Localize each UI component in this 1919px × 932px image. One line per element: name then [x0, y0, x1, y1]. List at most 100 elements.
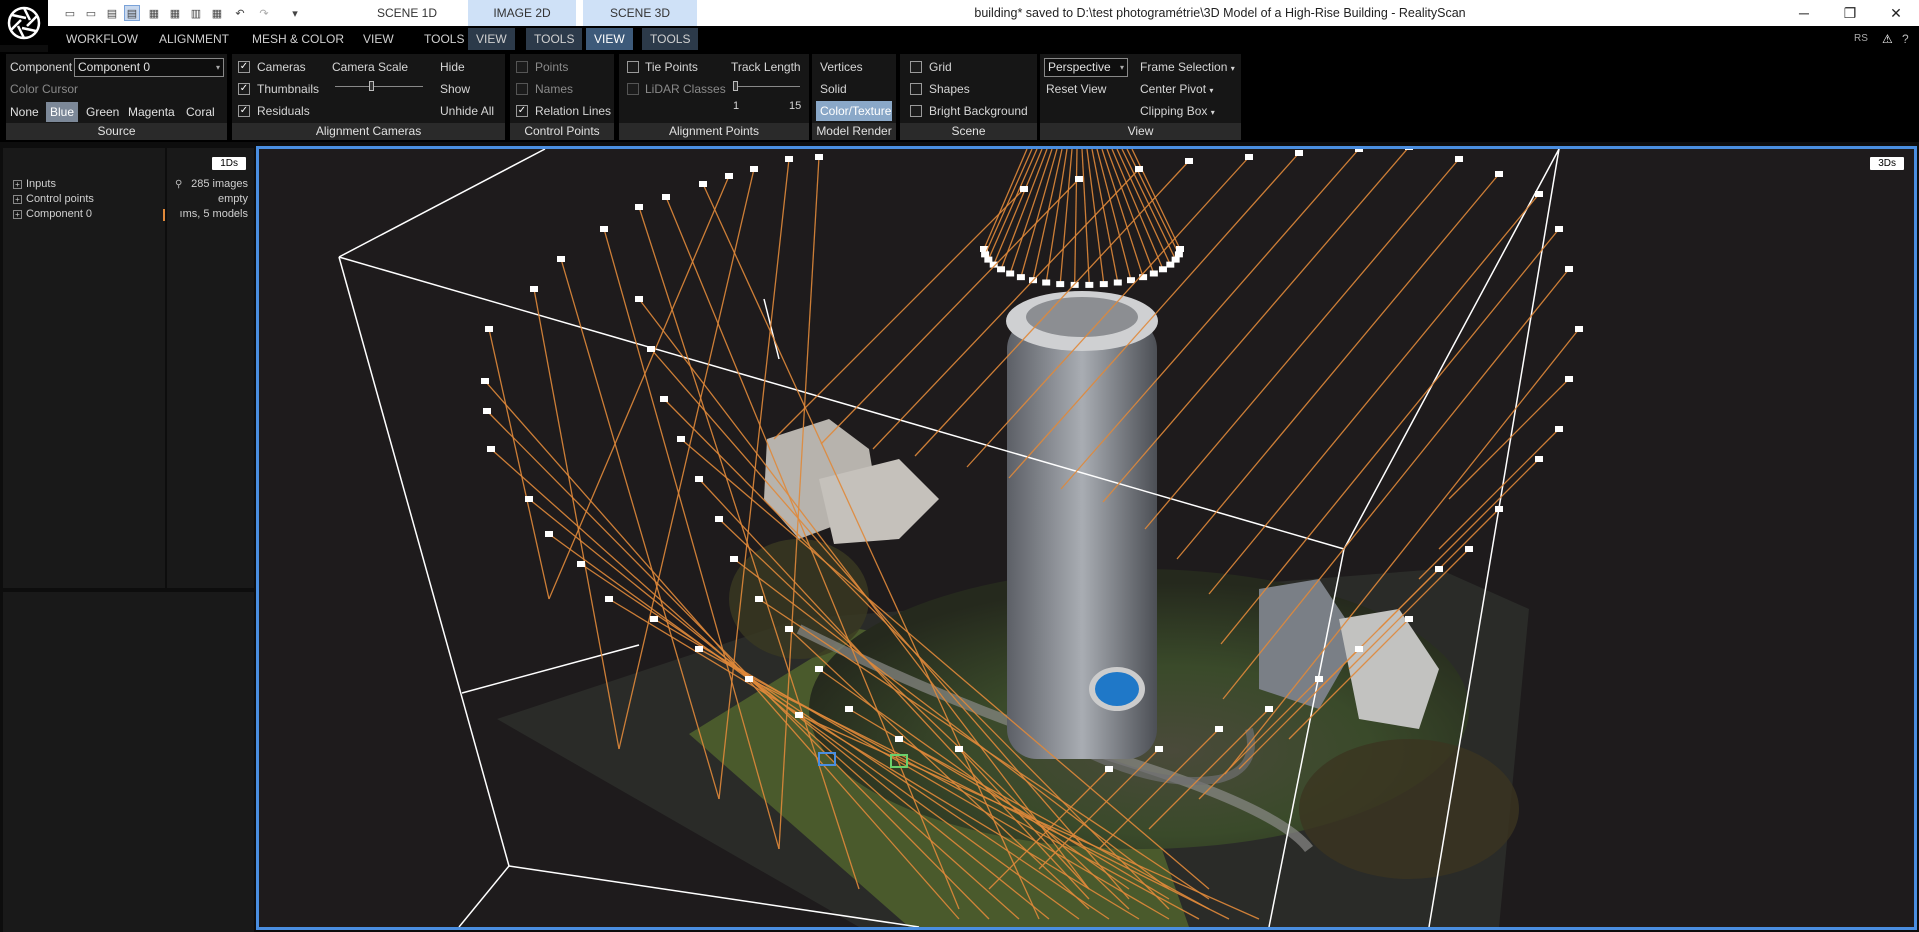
camera-icon[interactable] — [1085, 281, 1094, 288]
camera-icon[interactable] — [745, 676, 753, 682]
menu-view[interactable]: VIEW — [355, 28, 402, 50]
camera-icon[interactable] — [750, 166, 758, 172]
expand-icon[interactable]: + — [13, 179, 22, 189]
camera-icon[interactable] — [1465, 546, 1473, 552]
camera-icon[interactable] — [1016, 274, 1025, 281]
camera-icon[interactable] — [635, 204, 643, 210]
camera-icon[interactable] — [647, 346, 655, 352]
relation-lines-checkbox[interactable]: ✓ — [516, 105, 528, 117]
camera-icon[interactable] — [695, 646, 703, 652]
camera-icon[interactable] — [1565, 376, 1573, 382]
camera-icon[interactable] — [1042, 279, 1051, 286]
camera-icon[interactable] — [1575, 326, 1583, 332]
camera-icon[interactable] — [895, 736, 903, 742]
camera-icon[interactable] — [577, 561, 585, 567]
points-checkbox[interactable] — [516, 61, 528, 73]
component-select[interactable]: Component 0 ▾ — [74, 58, 224, 77]
bright-background-checkbox[interactable] — [910, 105, 922, 117]
camera-icon[interactable] — [1075, 176, 1083, 182]
camera-icon[interactable] — [1174, 251, 1183, 258]
color-none[interactable]: None — [6, 102, 43, 122]
camera-icon[interactable] — [1565, 266, 1573, 272]
camera-icon[interactable] — [695, 476, 703, 482]
camera-icon[interactable] — [1056, 281, 1065, 288]
color-magenta[interactable]: Magenta — [124, 102, 179, 122]
camera-icon[interactable] — [1265, 706, 1273, 712]
tab-scene-3d[interactable]: SCENE 3D — [583, 0, 697, 26]
camera-icon[interactable] — [1535, 456, 1543, 462]
camera-icon[interactable] — [1495, 506, 1503, 512]
menu-tools[interactable]: TOOLS — [416, 28, 472, 50]
tree-item-component-0[interactable]: + Component 0 — [13, 208, 92, 220]
camera-icon[interactable] — [1127, 277, 1135, 284]
camera-icon[interactable] — [1158, 266, 1167, 273]
camera-icon[interactable] — [785, 156, 793, 162]
expand-icon[interactable]: + — [13, 194, 22, 204]
layout-3-icon[interactable]: ▤ — [124, 5, 140, 21]
menu-tools-3d[interactable]: TOOLS — [642, 28, 699, 50]
layout-5-icon[interactable]: ▦ — [167, 5, 183, 21]
badge-3ds[interactable]: 3Ds — [1870, 157, 1904, 170]
close-button[interactable]: ✕ — [1873, 0, 1919, 26]
camera-icon[interactable] — [795, 712, 803, 718]
camera-icon[interactable] — [677, 436, 685, 442]
minimize-button[interactable]: ─ — [1781, 0, 1827, 26]
camera-icon[interactable] — [1405, 616, 1413, 622]
redo-icon[interactable]: ↷ — [256, 5, 272, 21]
camera-icon[interactable] — [1405, 149, 1413, 150]
camera-icon[interactable] — [525, 496, 533, 502]
camera-icon[interactable] — [1215, 726, 1223, 732]
camera-icon[interactable] — [730, 556, 738, 562]
camera-icon[interactable] — [1105, 766, 1113, 772]
camera-icon[interactable] — [1455, 156, 1463, 162]
menu-tools-2d[interactable]: TOOLS — [526, 28, 583, 50]
camera-icon[interactable] — [1355, 646, 1363, 652]
layout-2-icon[interactable]: ▤ — [104, 5, 120, 21]
maximize-button[interactable]: ❐ — [1827, 0, 1873, 26]
color-coral[interactable]: Coral — [182, 102, 219, 122]
frame-selection-button[interactable]: Frame Selection ▾ — [1140, 60, 1235, 74]
menu-mesh-color[interactable]: MESH & COLOR — [244, 28, 352, 50]
camera-icon[interactable] — [715, 516, 723, 522]
layout-1-icon[interactable]: ▭ — [83, 5, 99, 21]
tab-scene-1d[interactable]: SCENE 1D — [346, 0, 468, 26]
help-icon[interactable]: ? — [1894, 28, 1917, 50]
camera-icon[interactable] — [981, 251, 990, 258]
show-button[interactable]: Show — [440, 82, 470, 96]
residuals-checkbox[interactable]: ✓ — [238, 105, 250, 117]
track-length-slider[interactable] — [734, 86, 800, 87]
camera-icon[interactable] — [1155, 746, 1163, 752]
camera-icon[interactable] — [1535, 191, 1543, 197]
menu-workflow[interactable]: WORKFLOW — [58, 28, 146, 50]
camera-icon[interactable] — [557, 256, 565, 262]
camera-icon[interactable] — [1149, 270, 1158, 277]
reset-view-button[interactable]: Reset View — [1046, 82, 1106, 96]
camera-icon[interactable] — [815, 154, 823, 160]
camera-icon[interactable] — [1245, 154, 1253, 160]
camera-icon[interactable] — [1135, 166, 1143, 172]
camera-icon[interactable] — [487, 446, 495, 452]
menu-view-3d[interactable]: VIEW — [586, 28, 633, 50]
camera-icon[interactable] — [1295, 150, 1303, 156]
camera-icon[interactable] — [660, 396, 668, 402]
thumbnails-checkbox[interactable]: ✓ — [238, 83, 250, 95]
color-blue[interactable]: Blue — [46, 102, 79, 122]
camera-icon[interactable] — [997, 266, 1006, 273]
expand-icon[interactable]: + — [13, 209, 22, 219]
camera-icon[interactable] — [485, 326, 493, 332]
camera-icon[interactable] — [1555, 226, 1563, 232]
cameras-checkbox[interactable]: ✓ — [238, 61, 250, 73]
undo-icon[interactable]: ↶ — [232, 5, 248, 21]
clipping-box-button[interactable]: Clipping Box ▾ — [1140, 104, 1215, 118]
track-length-slider-thumb[interactable] — [733, 81, 738, 91]
camera-icon[interactable] — [755, 596, 763, 602]
lidar-classes-checkbox[interactable] — [627, 83, 639, 95]
menu-alignment[interactable]: ALIGNMENT — [151, 28, 237, 50]
hide-button[interactable]: Hide — [440, 60, 465, 74]
camera-icon[interactable] — [1435, 566, 1443, 572]
scene-3d-viewport[interactable]: 3Ds — [256, 146, 1917, 930]
camera-icon[interactable] — [815, 666, 823, 672]
camera-icon[interactable] — [1176, 246, 1184, 252]
camera-icon[interactable] — [662, 194, 670, 200]
camera-icon[interactable] — [1355, 149, 1363, 152]
